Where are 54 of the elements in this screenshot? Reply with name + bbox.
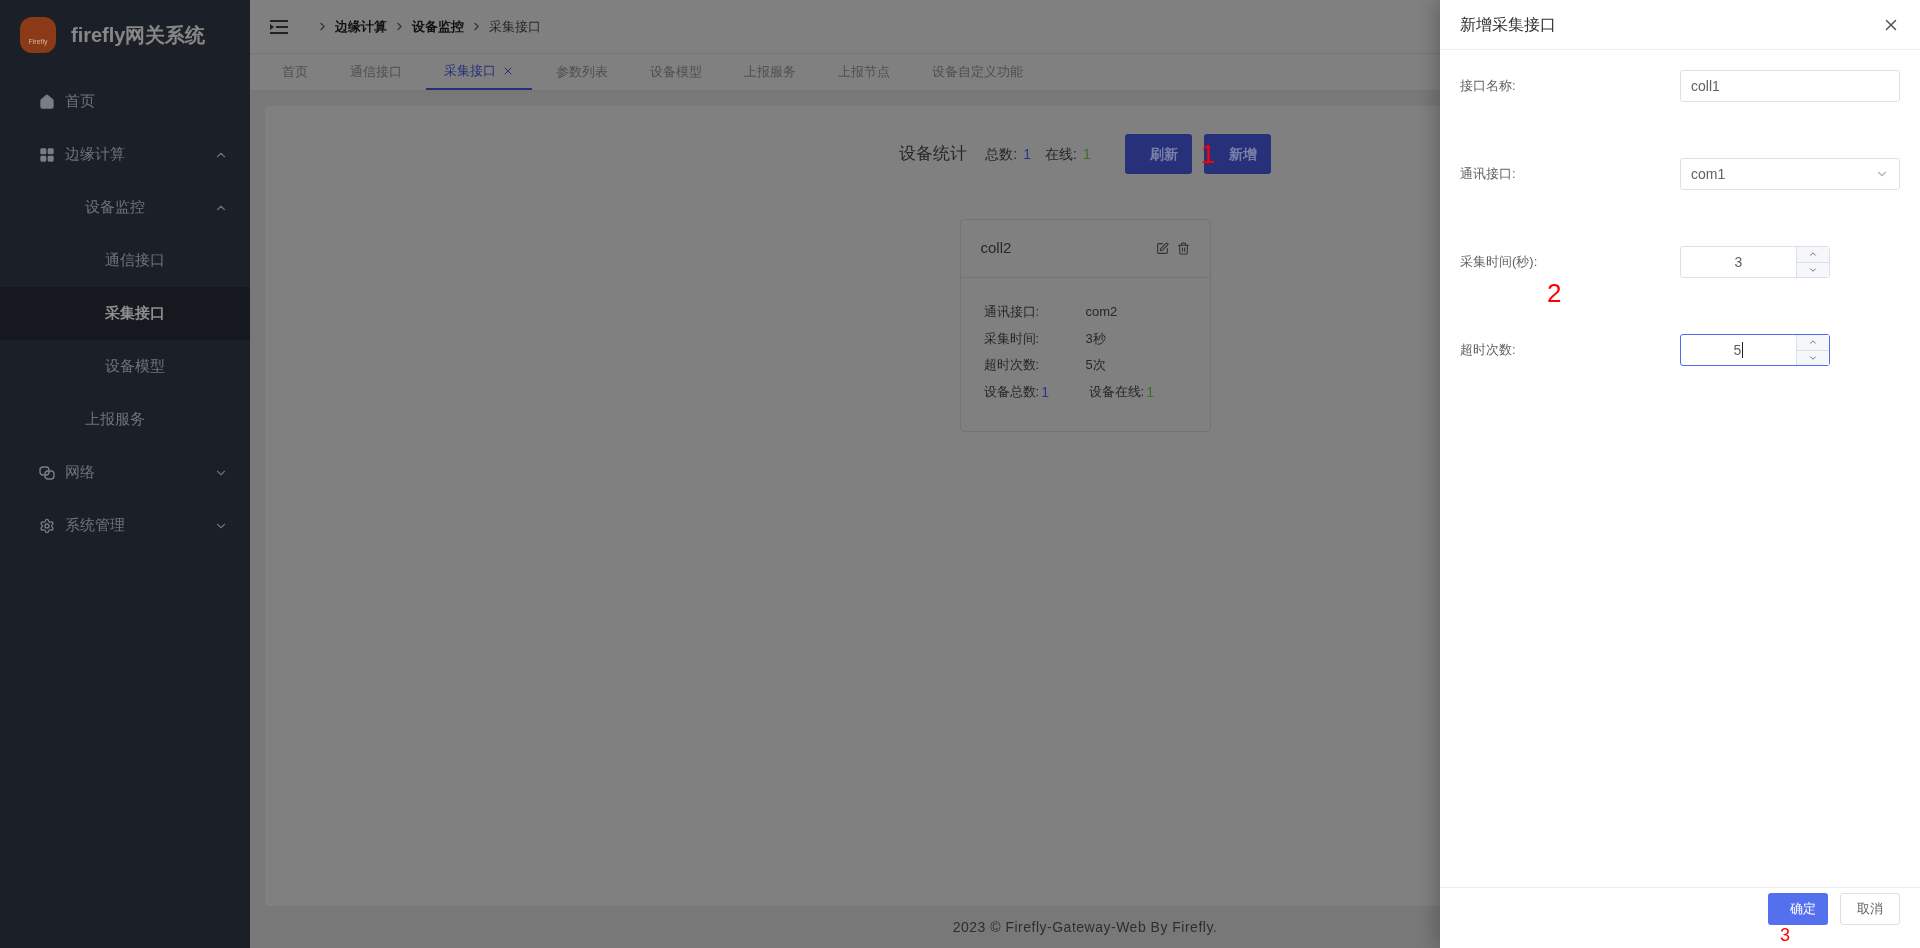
- form-label: 接口名称:: [1460, 77, 1517, 96]
- total-label: 总数:: [985, 144, 1018, 164]
- count-label: 设备在线:: [1088, 382, 1145, 401]
- field-label: 超时次数:: [983, 356, 1041, 374]
- home-icon: [39, 93, 55, 110]
- field-value: 5次: [1085, 356, 1106, 374]
- tab[interactable]: 采集接口: [426, 54, 532, 90]
- drawer-title: 新增采集接口: [1460, 14, 1557, 35]
- field-value: 3秒: [1085, 329, 1106, 348]
- breadcrumb-item: 采集接口: [489, 17, 541, 36]
- sidebar-item[interactable]: 通信接口: [0, 234, 250, 287]
- total-count: 1: [1023, 144, 1031, 164]
- settings-icon: [39, 517, 55, 534]
- sidebar-item[interactable]: 网络: [0, 446, 250, 499]
- count-label: 设备总数:: [983, 382, 1040, 401]
- annotation-number: 3: [1780, 926, 1790, 944]
- field-label: 通讯接口:: [983, 303, 1041, 321]
- text-field[interactable]: coll1: [1680, 70, 1900, 102]
- select-field[interactable]: com1: [1680, 158, 1900, 190]
- delete-icon[interactable]: [1176, 242, 1190, 255]
- sidebar-item[interactable]: 边缘计算: [0, 128, 250, 181]
- app-title: firefly网关系统: [71, 23, 206, 48]
- annotation-number: 2: [1547, 280, 1562, 306]
- stats-title: 设备统计: [899, 143, 968, 166]
- close-icon[interactable]: [502, 65, 514, 77]
- confirm-button[interactable]: 确定: [1768, 893, 1828, 925]
- form-label: 通讯接口:: [1460, 165, 1517, 184]
- count-value: 1: [1041, 382, 1049, 402]
- sidebar-item[interactable]: 首页: [0, 75, 250, 128]
- sidebar-item[interactable]: 设备模型: [0, 340, 250, 393]
- online-count: 1: [1082, 144, 1091, 164]
- footer-text: 2023 © Firefly-Gateway-Web By Firefly.: [952, 917, 1218, 937]
- field-value: com2: [1085, 303, 1118, 321]
- number-field[interactable]: 3: [1680, 246, 1830, 278]
- sidebar-item[interactable]: 系统管理: [0, 499, 250, 552]
- sidebar-item[interactable]: 上报服务: [0, 393, 250, 446]
- breadcrumb-item[interactable]: 设备监控: [412, 16, 464, 37]
- edit-icon[interactable]: [1155, 242, 1169, 255]
- number-field[interactable]: 5: [1680, 334, 1830, 366]
- online-label: 在线:: [1045, 144, 1077, 164]
- annotation-number: 1: [1200, 141, 1216, 167]
- form-label: 超时次数:: [1460, 341, 1517, 360]
- field-label: 采集时间:: [983, 329, 1041, 348]
- sidebar-item[interactable]: 设备监控: [0, 181, 250, 234]
- card-title: coll2: [980, 238, 1013, 259]
- overlapping-squares-icon: [39, 464, 55, 481]
- grid-icon: [39, 146, 55, 163]
- count-value: 1: [1146, 382, 1154, 402]
- cancel-button[interactable]: 取消: [1840, 893, 1900, 925]
- refresh-button[interactable]: 刷新: [1124, 134, 1192, 174]
- form-label: 采集时间(秒):: [1460, 253, 1539, 272]
- sidebar-item[interactable]: 采集接口: [0, 287, 250, 340]
- breadcrumb-item[interactable]: 边缘计算: [335, 16, 387, 37]
- menu-icon[interactable]: [270, 19, 288, 34]
